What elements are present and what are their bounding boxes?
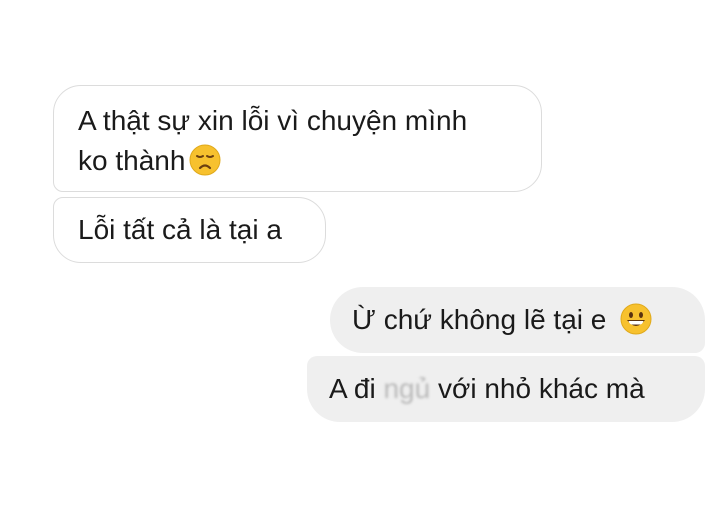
- outgoing-message-bubble[interactable]: Ừ chứ không lẽ tại e: [330, 287, 705, 353]
- message-text: Ừ chứ không lẽ tại e: [352, 304, 607, 335]
- outgoing-message-bubble[interactable]: A đi ngủ với nhỏ khác mà: [307, 356, 705, 422]
- message-text-line: A thật sự xin lỗi vì chuyện mình: [78, 105, 468, 136]
- message-text-line: ko thành: [78, 141, 541, 181]
- message-text: A đi: [329, 373, 376, 404]
- incoming-message-bubble[interactable]: A thật sự xin lỗi vì chuyện mình ko thàn…: [53, 85, 542, 192]
- blurred-word: ngủ: [383, 373, 431, 404]
- message-text: ko thành: [78, 145, 186, 176]
- chat-thread: A thật sự xin lỗi vì chuyện mình ko thàn…: [0, 0, 720, 515]
- message-text: Lỗi tất cả là tại a: [78, 214, 282, 245]
- disappointed-face-icon: [189, 144, 221, 176]
- grinning-face-icon: [620, 303, 652, 335]
- incoming-message-bubble[interactable]: Lỗi tất cả là tại a: [53, 197, 326, 263]
- message-text: với nhỏ khác mà: [437, 373, 645, 404]
